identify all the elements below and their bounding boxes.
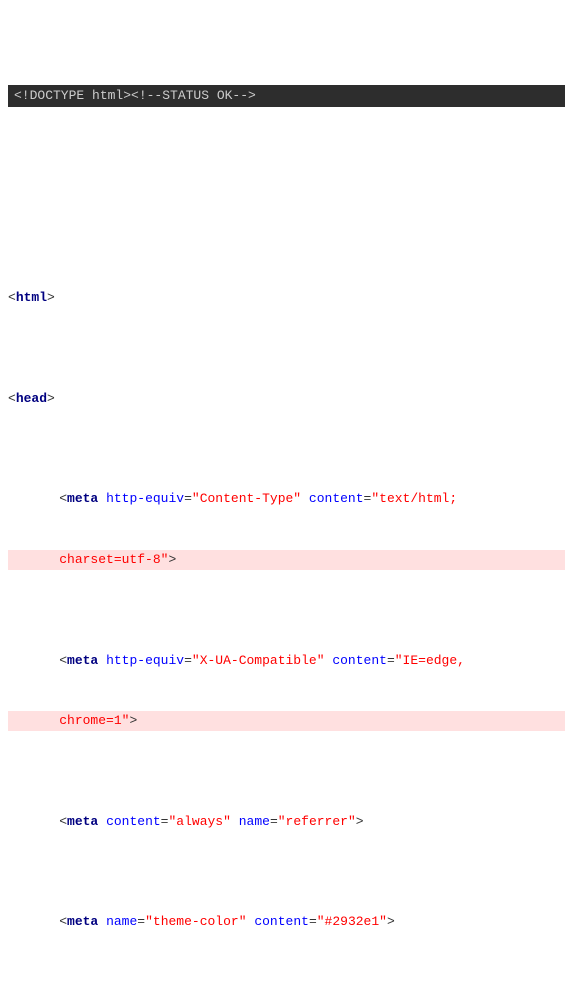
html-open-tag: <html>: [8, 288, 565, 308]
code-viewer: <!DOCTYPE html><!--STATUS OK--> <html> <…: [0, 0, 565, 1000]
meta-content-type: <meta http-equiv="Content-Type" content=…: [8, 489, 565, 509]
meta-content-type-cont: charset=utf-8">: [8, 550, 565, 570]
head-open-tag: <head>: [8, 389, 565, 409]
meta-ua-compat: <meta http-equiv="X-UA-Compatible" conte…: [8, 651, 565, 671]
meta-theme-color: <meta name="theme-color" content="#2932e…: [8, 912, 565, 932]
blank-line: [8, 187, 565, 207]
meta-ua-compat-cont: chrome=1">: [8, 711, 565, 731]
doctype-line: <!DOCTYPE html><!--STATUS OK-->: [8, 85, 565, 107]
meta-referrer: <meta content="always" name="referrer">: [8, 812, 565, 832]
